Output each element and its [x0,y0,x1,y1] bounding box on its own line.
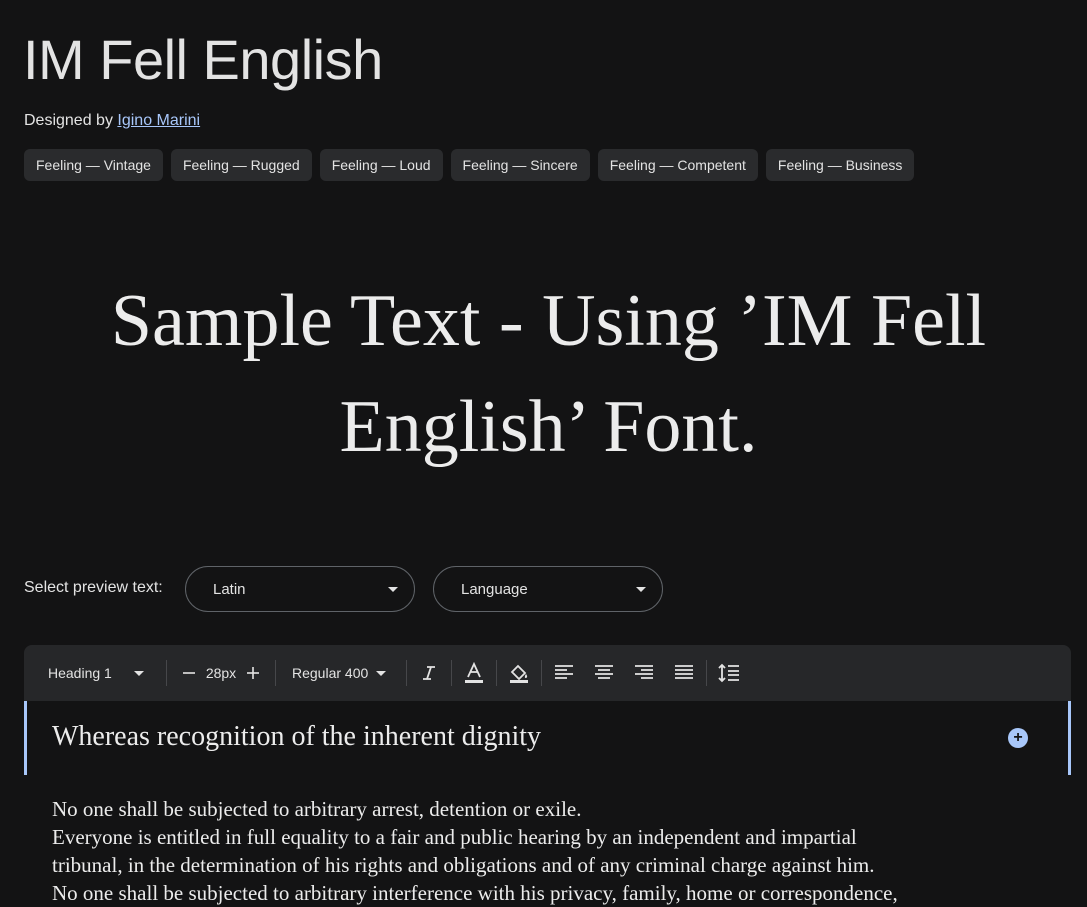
paragraph-line: tribunal, in the determination of his ri… [52,853,875,877]
add-block-button[interactable]: + [1008,728,1028,748]
sample-text-line-1: Sample Text - Using ’IM Fell [110,280,987,362]
line-spacing-icon [718,663,739,683]
heading-text[interactable]: Whereas recognition of the inherent dign… [52,717,541,757]
plus-icon [247,667,259,679]
text-color-icon [465,662,483,683]
language-select[interactable]: Language [433,566,663,612]
align-left-button[interactable] [544,653,584,693]
align-right-button[interactable] [624,653,664,693]
designer-line: Designed by Igino Marini [24,111,200,131]
script-select-value: Latin [213,580,246,598]
caret-down-icon [376,670,387,676]
align-justify-icon [675,665,693,679]
font-weight-select[interactable]: Regular 400 [278,653,404,693]
feeling-tags: Feeling — Vintage Feeling — Rugged Feeli… [24,149,915,181]
align-right-icon [635,665,653,679]
font-title: IM Fell English [23,28,383,91]
increase-size-button[interactable] [233,653,273,693]
caret-down-icon [134,670,144,676]
font-size-value[interactable]: 28px [206,653,236,693]
align-left-icon [555,665,573,679]
toolbar-divider [496,660,497,686]
justify-button[interactable] [664,653,704,693]
tag-vintage[interactable]: Feeling — Vintage [24,149,163,181]
toolbar-divider [706,660,707,686]
paragraph-line: Everyone is entitled in full equality to… [52,825,857,849]
tag-loud[interactable]: Feeling — Loud [319,149,443,181]
toolbar-divider [406,660,407,686]
toolbar-divider [451,660,452,686]
paint-bucket-icon [510,664,528,683]
tag-competent[interactable]: Feeling — Competent [597,149,758,181]
text-style-select[interactable]: Heading 1 [24,653,164,693]
language-select-value: Language [461,580,528,598]
paragraph-block[interactable]: No one shall be subjected to arbitrary a… [52,795,992,907]
caret-down-icon [636,586,646,592]
tag-business[interactable]: Feeling — Business [765,149,915,181]
fill-color-button[interactable] [499,653,539,693]
plus-icon: + [1013,729,1023,746]
paragraph-line: No one shall be subjected to arbitrary i… [52,881,898,905]
toolbar-divider [275,660,276,686]
heading-block[interactable]: Whereas recognition of the inherent dign… [24,701,1071,775]
line-height-button[interactable] [709,653,749,693]
toolbar-divider [166,660,167,686]
preview-text-label: Select preview text: [24,579,163,596]
font-weight-value: Regular 400 [292,665,369,681]
decrease-size-button[interactable] [169,653,209,693]
italic-button[interactable] [409,653,449,693]
designed-by-label: Designed by [24,112,113,129]
text-color-button[interactable] [454,653,494,693]
minus-icon [183,672,195,674]
sample-text: Sample Text - Using ’IM Fell English’ Fo… [0,268,1087,480]
align-center-icon [595,665,613,679]
italic-icon [423,666,435,680]
tag-rugged[interactable]: Feeling — Rugged [170,149,312,181]
sample-text-line-2: English’ Font. [339,386,758,468]
script-select[interactable]: Latin [185,566,415,612]
paragraph-line: No one shall be subjected to arbitrary a… [52,797,582,821]
editor-toolbar: Heading 1 28px Regular 400 [24,645,1071,701]
caret-down-icon [388,586,398,592]
text-style-value: Heading 1 [48,665,112,681]
designer-link[interactable]: Igino Marini [117,112,200,129]
toolbar-divider [541,660,542,686]
tag-sincere[interactable]: Feeling — Sincere [450,149,590,181]
align-center-button[interactable] [584,653,624,693]
preview-editor: Whereas recognition of the inherent dign… [24,701,1071,905]
